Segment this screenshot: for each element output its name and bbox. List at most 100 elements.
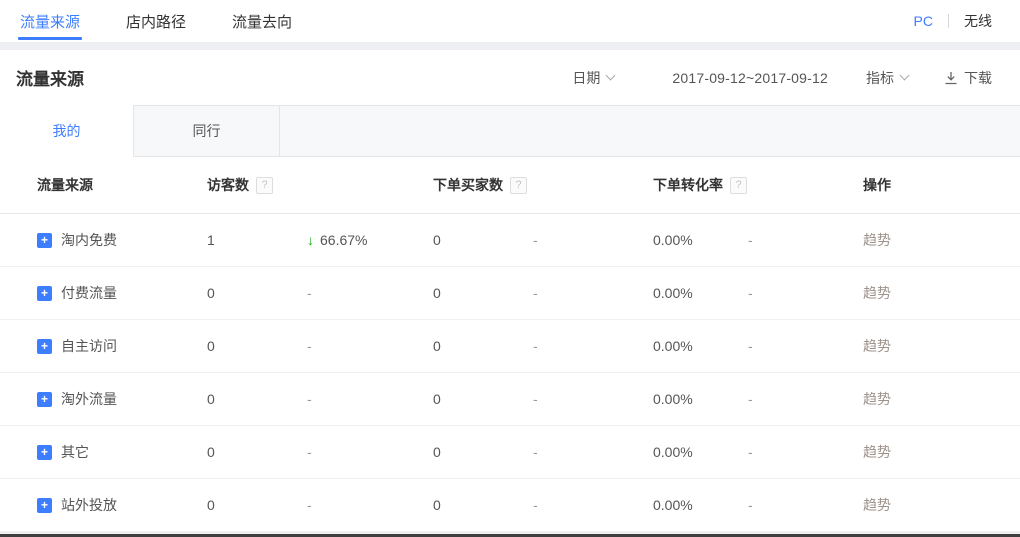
nav-tab-traffic-source[interactable]: 流量来源 xyxy=(20,0,80,42)
visitors-change: - xyxy=(307,444,433,460)
conversion-value: 0.00% xyxy=(653,232,748,248)
trend-link[interactable]: 趋势 xyxy=(863,283,891,303)
date-dropdown[interactable]: 日期 xyxy=(572,68,614,88)
trend-link[interactable]: 趋势 xyxy=(863,230,891,250)
traffic-source-table: 流量来源 访客数 ? 下单买家数 ? 下单转化率 ? 操作 + 淘内免费 1 ↓… xyxy=(0,157,1020,532)
expand-plus-icon[interactable]: + xyxy=(37,498,52,513)
down-arrow-icon: ↓ xyxy=(307,232,314,248)
trend-link[interactable]: 趋势 xyxy=(863,495,891,515)
conversion-value: 0.00% xyxy=(653,444,748,460)
visitors-change: ↓ 66.67% xyxy=(307,232,433,248)
conversion-value: 0.00% xyxy=(653,338,748,354)
buyers-change: - xyxy=(533,232,653,248)
help-icon[interactable]: ? xyxy=(256,177,273,194)
buyers-value: 0 xyxy=(433,338,533,354)
visitors-value: 0 xyxy=(207,391,307,407)
col-header-label: 下单转化率 xyxy=(653,175,723,195)
col-header-order-conversion: 下单转化率 ? xyxy=(653,175,748,195)
tab-mine[interactable]: 我的 xyxy=(0,105,133,157)
help-icon[interactable]: ? xyxy=(730,177,747,194)
conversion-change: - xyxy=(748,444,863,460)
trend-link[interactable]: 趋势 xyxy=(863,389,891,409)
help-icon[interactable]: ? xyxy=(510,177,527,194)
visitors-value: 0 xyxy=(207,444,307,460)
platform-wireless-toggle[interactable]: 无线 xyxy=(964,11,992,31)
platform-pc-toggle[interactable]: PC xyxy=(914,13,933,29)
conversion-change: - xyxy=(748,232,863,248)
source-name: 其它 xyxy=(61,442,89,462)
date-dropdown-label: 日期 xyxy=(572,68,600,88)
visitors-value: 0 xyxy=(207,285,307,301)
divider xyxy=(948,14,949,28)
page-title: 流量来源 xyxy=(16,65,84,90)
tab-peers-label: 同行 xyxy=(193,121,221,141)
table-row: + 站外投放 0 - 0 - 0.00% - 趋势 xyxy=(0,479,1020,532)
col-header-source: 流量来源 xyxy=(0,175,207,195)
download-button[interactable]: 下载 xyxy=(944,68,992,88)
expand-plus-icon[interactable]: + xyxy=(37,286,52,301)
source-name: 付费流量 xyxy=(61,283,117,303)
source-name: 自主访问 xyxy=(61,336,117,356)
date-range-value[interactable]: 2017-09-12~2017-09-12 xyxy=(672,70,828,86)
buyers-value: 0 xyxy=(433,497,533,513)
visitors-change: - xyxy=(307,338,433,354)
col-header-visitors: 访客数 ? xyxy=(207,175,307,195)
visitors-change: - xyxy=(307,285,433,301)
expand-plus-icon[interactable]: + xyxy=(37,233,52,248)
expand-plus-icon[interactable]: + xyxy=(37,445,52,460)
buyers-value: 0 xyxy=(433,444,533,460)
source-name: 淘外流量 xyxy=(61,389,117,409)
metric-dropdown[interactable]: 指标 xyxy=(866,68,908,88)
tab-peers[interactable]: 同行 xyxy=(133,105,280,157)
visitors-change-value: 66.67% xyxy=(320,232,367,248)
trend-link[interactable]: 趋势 xyxy=(863,442,891,462)
table-header-row: 流量来源 访客数 ? 下单买家数 ? 下单转化率 ? 操作 xyxy=(0,157,1020,214)
visitors-value: 0 xyxy=(207,338,307,354)
table-row: + 淘内免费 1 ↓ 66.67% 0 - 0.00% - 趋势 xyxy=(0,214,1020,267)
table-row: + 自主访问 0 - 0 - 0.00% - 趋势 xyxy=(0,320,1020,373)
visitors-value: 1 xyxy=(207,232,307,248)
col-header-action: 操作 xyxy=(863,175,1020,195)
buyers-change: - xyxy=(533,338,653,354)
chevron-down-icon xyxy=(900,71,910,81)
section-divider xyxy=(0,42,1020,50)
tab-strip-filler xyxy=(280,105,1020,157)
toolbar-controls: 日期 2017-09-12~2017-09-12 指标 下载 xyxy=(572,68,992,88)
table-row: + 淘外流量 0 - 0 - 0.00% - 趋势 xyxy=(0,373,1020,426)
nav-tab-instore-path[interactable]: 店内路径 xyxy=(126,0,186,42)
conversion-change: - xyxy=(748,497,863,513)
visitors-change: - xyxy=(307,497,433,513)
conversion-value: 0.00% xyxy=(653,285,748,301)
buyers-change: - xyxy=(533,497,653,513)
buyers-change: - xyxy=(533,444,653,460)
buyers-value: 0 xyxy=(433,232,533,248)
buyers-change: - xyxy=(533,285,653,301)
chevron-down-icon xyxy=(606,71,616,81)
table-row: + 付费流量 0 - 0 - 0.00% - 趋势 xyxy=(0,267,1020,320)
visitors-value: 0 xyxy=(207,497,307,513)
report-toolbar: 流量来源 日期 2017-09-12~2017-09-12 指标 下载 xyxy=(0,50,1020,105)
col-header-label: 访客数 xyxy=(207,175,249,195)
conversion-change: - xyxy=(748,391,863,407)
download-icon xyxy=(944,71,958,85)
nav-tab-label: 流量去向 xyxy=(232,11,292,32)
metric-dropdown-label: 指标 xyxy=(866,68,894,88)
source-name: 站外投放 xyxy=(61,495,117,515)
visitors-change: - xyxy=(307,391,433,407)
nav-tab-label: 店内路径 xyxy=(126,11,186,32)
trend-link[interactable]: 趋势 xyxy=(863,336,891,356)
buyers-value: 0 xyxy=(433,285,533,301)
conversion-value: 0.00% xyxy=(653,497,748,513)
expand-plus-icon[interactable]: + xyxy=(37,392,52,407)
col-header-order-buyers: 下单买家数 ? xyxy=(433,175,533,195)
conversion-change: - xyxy=(748,338,863,354)
nav-tab-traffic-destination[interactable]: 流量去向 xyxy=(232,0,292,42)
source-name: 淘内免费 xyxy=(61,230,117,250)
tab-mine-label: 我的 xyxy=(53,121,81,141)
download-label: 下载 xyxy=(964,68,992,88)
top-nav: 流量来源 店内路径 流量去向 PC 无线 xyxy=(0,0,1020,42)
expand-plus-icon[interactable]: + xyxy=(37,339,52,354)
nav-tab-label: 流量来源 xyxy=(20,11,80,32)
conversion-value: 0.00% xyxy=(653,391,748,407)
table-row: + 其它 0 - 0 - 0.00% - 趋势 xyxy=(0,426,1020,479)
